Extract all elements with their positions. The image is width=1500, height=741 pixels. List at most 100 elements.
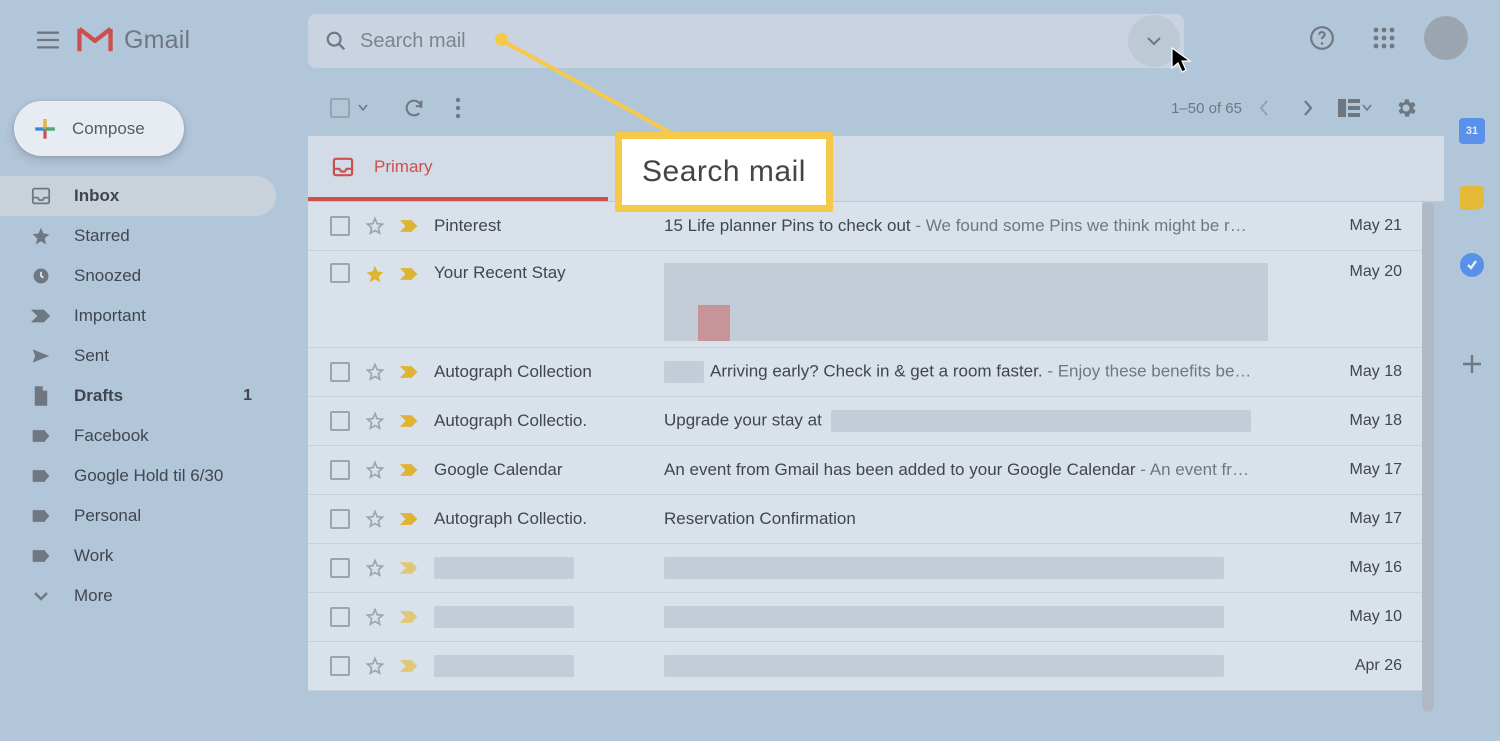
page-count: 1–50 of 65 <box>1171 100 1242 117</box>
split-pane-icon <box>1338 99 1360 117</box>
sidebar-item-label: Sent <box>74 346 109 366</box>
star-toggle[interactable] <box>364 215 386 237</box>
keep-icon <box>1460 186 1484 210</box>
row-sender: Autograph Collectio. <box>434 509 664 529</box>
row-checkbox[interactable] <box>330 607 350 627</box>
tasks-addon[interactable] <box>1454 248 1490 283</box>
row-subject <box>664 606 1326 628</box>
email-row[interactable]: Autograph Collectio.Upgrade your stay at… <box>308 397 1422 446</box>
help-icon <box>1309 25 1335 51</box>
refresh-button[interactable] <box>392 86 436 130</box>
star-toggle[interactable] <box>364 263 386 285</box>
star-toggle[interactable] <box>364 459 386 481</box>
sidebar-item-important[interactable]: Important <box>0 296 276 336</box>
label-icon <box>30 548 52 564</box>
sidebar-item-google-hold-til-6-30[interactable]: Google Hold til 6/30 <box>0 456 276 496</box>
tab-primary[interactable]: Primary <box>308 136 608 201</box>
select-all-checkbox[interactable] <box>330 98 368 118</box>
sidebar-item-label: Work <box>74 546 113 566</box>
label-icon <box>30 428 52 444</box>
more-button[interactable] <box>436 86 480 130</box>
sidebar-item-snoozed[interactable]: Snoozed <box>0 256 276 296</box>
star-toggle[interactable] <box>364 508 386 530</box>
importance-marker[interactable] <box>398 655 420 677</box>
importance-marker[interactable] <box>398 508 420 530</box>
older-button[interactable] <box>1286 86 1330 130</box>
sidebar-item-sent[interactable]: Sent <box>0 336 276 376</box>
file-icon <box>30 386 52 406</box>
row-date: May 17 <box>1326 461 1402 479</box>
scrollbar[interactable] <box>1422 202 1434 741</box>
callout-anchor-dot <box>495 33 508 46</box>
email-row[interactable]: May 16 <box>308 544 1422 593</box>
tab-primary-label: Primary <box>374 157 433 177</box>
account-avatar[interactable] <box>1424 16 1468 60</box>
sidebar-item-drafts[interactable]: Drafts1 <box>0 376 276 416</box>
sidebar-item-more[interactable]: More <box>0 576 276 616</box>
calendar-addon[interactable]: 31 <box>1454 114 1490 149</box>
mouse-cursor-icon <box>1170 46 1192 74</box>
row-checkbox[interactable] <box>330 216 350 236</box>
search-input[interactable] <box>360 30 1128 53</box>
email-row[interactable]: Your Recent StayMay 20 <box>308 251 1422 348</box>
importance-icon <box>30 308 52 324</box>
main-menu-button[interactable] <box>24 16 72 64</box>
email-row[interactable]: Autograph CollectionArriving early? Chec… <box>308 348 1422 397</box>
sidebar-item-facebook[interactable]: Facebook <box>0 416 276 456</box>
compose-button[interactable]: Compose <box>14 101 184 156</box>
importance-marker[interactable] <box>398 410 420 432</box>
chevron-right-icon <box>1303 100 1313 116</box>
email-row[interactable]: Google CalendarAn event from Gmail has b… <box>308 446 1422 495</box>
importance-marker[interactable] <box>398 361 420 383</box>
gmail-logo[interactable]: Gmail <box>76 25 190 55</box>
importance-marker[interactable] <box>398 557 420 579</box>
star-toggle[interactable] <box>364 606 386 628</box>
row-checkbox[interactable] <box>330 509 350 529</box>
star-toggle[interactable] <box>364 557 386 579</box>
topbar: Gmail <box>0 0 1500 80</box>
row-date: May 17 <box>1326 510 1402 528</box>
calendar-icon: 31 <box>1459 118 1485 144</box>
support-button[interactable] <box>1300 16 1344 60</box>
row-checkbox[interactable] <box>330 362 350 382</box>
row-subject: Reservation Confirmation <box>664 509 1326 529</box>
email-row[interactable]: Pinterest15 Life planner Pins to check o… <box>308 202 1422 251</box>
chevron-left-icon <box>1259 100 1269 116</box>
email-row[interactable]: Autograph Collectio.Reservation Confirma… <box>308 495 1422 544</box>
sidebar-item-starred[interactable]: Starred <box>0 216 276 256</box>
keep-addon[interactable] <box>1454 181 1490 216</box>
sidebar-item-count: 1 <box>243 387 252 405</box>
settings-button[interactable] <box>1384 86 1428 130</box>
star-toggle[interactable] <box>364 361 386 383</box>
row-checkbox[interactable] <box>330 460 350 480</box>
row-checkbox[interactable] <box>330 411 350 431</box>
sidebar-item-work[interactable]: Work <box>0 536 276 576</box>
importance-marker[interactable] <box>398 263 420 285</box>
row-sender: Autograph Collection <box>434 362 664 382</box>
star-toggle[interactable] <box>364 410 386 432</box>
compose-plus-icon <box>32 116 58 142</box>
gmail-m-icon <box>76 25 114 55</box>
row-date: May 18 <box>1326 363 1402 381</box>
row-checkbox[interactable] <box>330 263 350 283</box>
importance-marker[interactable] <box>398 215 420 237</box>
apps-button[interactable] <box>1362 16 1406 60</box>
search-icon[interactable] <box>312 17 360 65</box>
importance-marker[interactable] <box>398 606 420 628</box>
row-checkbox[interactable] <box>330 558 350 578</box>
category-tabs: Primary <box>308 136 1444 202</box>
split-pane-button[interactable] <box>1338 99 1372 117</box>
email-row[interactable]: May 10 <box>308 593 1422 642</box>
row-date: May 18 <box>1326 412 1402 430</box>
chevron-down-icon <box>1362 104 1372 112</box>
sidebar-item-personal[interactable]: Personal <box>0 496 276 536</box>
email-row[interactable]: Apr 26 <box>308 642 1422 691</box>
sidebar-item-label: More <box>74 586 113 606</box>
row-checkbox[interactable] <box>330 656 350 676</box>
newer-button[interactable] <box>1242 86 1286 130</box>
sidebar-item-inbox[interactable]: Inbox <box>0 176 276 216</box>
importance-marker[interactable] <box>398 459 420 481</box>
search-box[interactable] <box>308 14 1184 68</box>
get-addons-button[interactable] <box>1454 346 1490 381</box>
star-toggle[interactable] <box>364 655 386 677</box>
